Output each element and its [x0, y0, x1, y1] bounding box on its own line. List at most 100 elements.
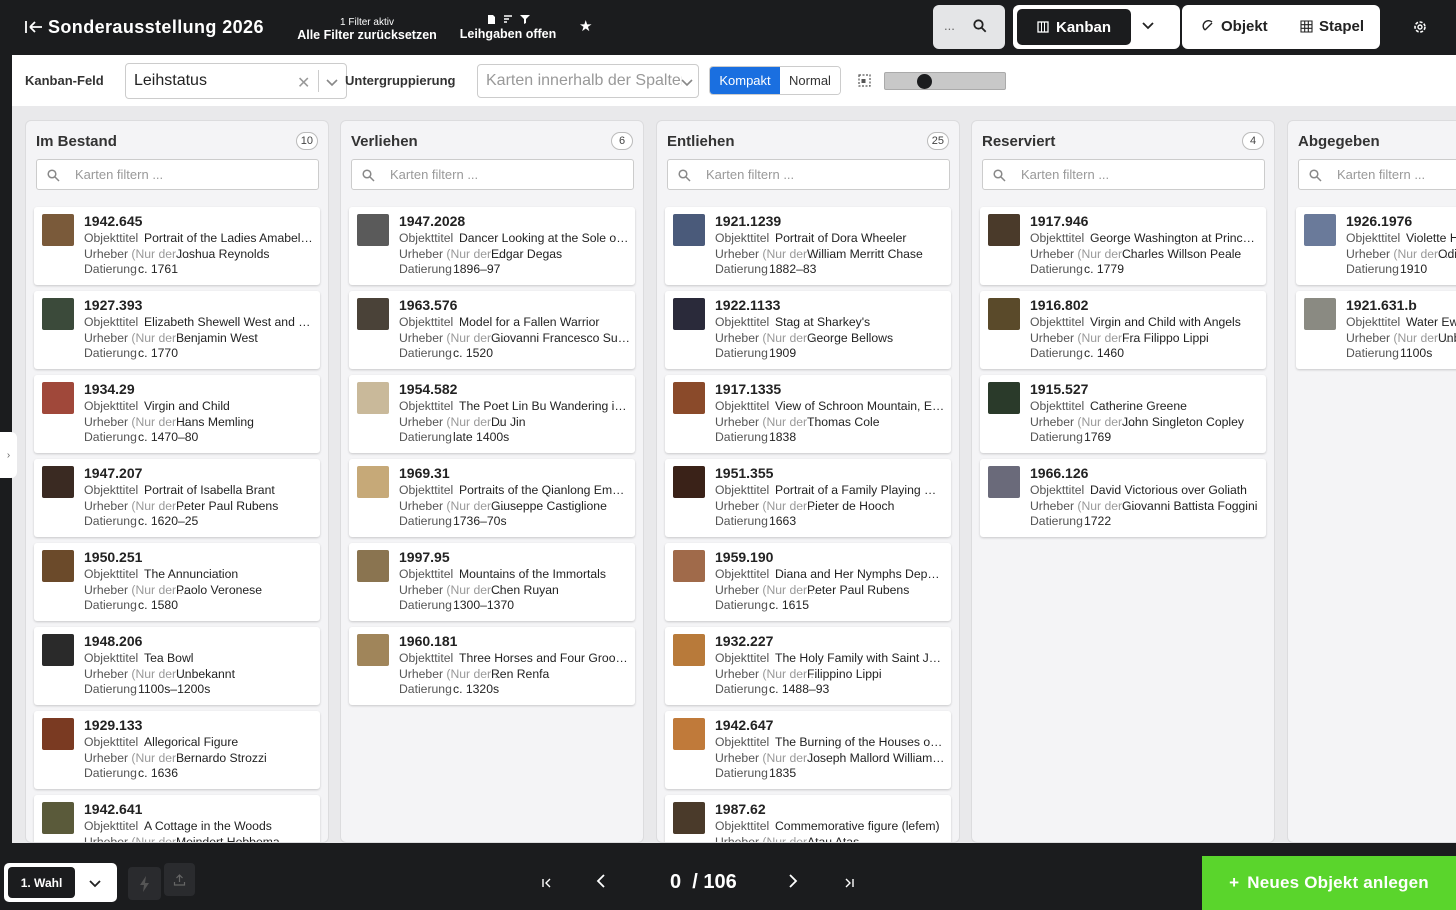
chevron-down-icon[interactable]	[1141, 18, 1155, 32]
object-thumbnail	[673, 382, 705, 414]
object-title: Virgin and Child	[144, 399, 230, 413]
expand-sidebar-tab[interactable]: ›	[0, 432, 17, 478]
column-filter	[351, 159, 634, 190]
object-card[interactable]: 1926.1976 Objekttitel Violette Heymann Urhe…	[1296, 207, 1456, 285]
collapse-left-icon[interactable]	[24, 17, 44, 37]
lend-filter-button[interactable]: Leihgaben offen	[457, 14, 559, 41]
title-label: Objekttitel	[715, 819, 770, 833]
object-card[interactable]: 1932.227 Objekttitel The Holy Family with …	[665, 627, 951, 705]
author-label: Urheber	[1030, 247, 1075, 261]
new-object-button[interactable]: + Neues Objekt anlegen	[1202, 856, 1456, 910]
card-size-slider[interactable]	[884, 72, 1006, 90]
object-card[interactable]: 1969.31 Objekttitel Portraits of the Qianl…	[349, 459, 635, 537]
bolt-button[interactable]	[128, 867, 161, 900]
object-card[interactable]: 1915.527 Objekttitel Catherine Greene Urheb…	[980, 375, 1266, 453]
gear-icon[interactable]	[1412, 19, 1428, 35]
author-row: Urheber (Nur der ... Ren Renfa	[399, 667, 629, 681]
column-count-badge: 10	[295, 132, 318, 150]
previous-page-icon[interactable]	[595, 873, 607, 889]
object-card[interactable]: 1947.207 Objekttitel Portrait of Isabella …	[34, 459, 320, 537]
object-card[interactable]: 1942.641 Objekttitel A Cottage in the Wood…	[34, 795, 320, 842]
object-number: 1947.207	[84, 465, 143, 481]
object-title: Mountains of the Immortals	[459, 567, 606, 581]
object-card[interactable]: 1959.190 Objekttitel Diana and Her Nymphs …	[665, 543, 951, 621]
object-number: 1917.946	[1030, 213, 1089, 229]
compact-button[interactable]: Kompakt	[710, 67, 780, 94]
page-indicator: 0 / 106	[670, 871, 737, 894]
title-row: Objekttitel Tea Bowl	[84, 651, 314, 665]
object-number: 1915.527	[1030, 381, 1089, 397]
object-card[interactable]: 1963.576 Objekttitel Model for a Fallen Wa…	[349, 291, 635, 369]
date-row: Datierung 1663	[715, 514, 945, 528]
object-card[interactable]: 1917.1335 Objekttitel View of Schroon Moun…	[665, 375, 951, 453]
object-card[interactable]: 1917.946 Objekttitel George Washington at …	[980, 207, 1266, 285]
object-thumbnail	[42, 382, 74, 414]
author-row: Urheber (Nur der ... Edgar Degas	[399, 247, 629, 261]
chevron-down-icon[interactable]	[89, 877, 101, 889]
object-card[interactable]: 1921.631.b Objekttitel Water Ewer Urheber (…	[1296, 291, 1456, 369]
next-page-icon[interactable]	[787, 873, 799, 889]
object-number: 1926.1976	[1346, 213, 1413, 229]
last-page-icon[interactable]	[843, 877, 855, 889]
object-card[interactable]: 1929.133 Objekttitel Allegorical Figure Urh…	[34, 711, 320, 789]
object-thumbnail	[42, 718, 74, 750]
object-card[interactable]: 1954.582 Objekttitel The Poet Lin Bu Wande…	[349, 375, 635, 453]
date-label: Datierung	[84, 262, 137, 276]
object-card[interactable]: 1922.1133 Objekttitel Stag at Sharkey's Urh…	[665, 291, 951, 369]
object-card[interactable]: 1960.181 Objekttitel Three Horses and Four…	[349, 627, 635, 705]
object-card[interactable]: 1947.2028 Objekttitel Dancer Looking at th…	[349, 207, 635, 285]
title-row: Objekttitel Portraits of the Qianlong Emp…	[399, 483, 629, 497]
upload-button[interactable]	[164, 863, 195, 896]
date-label: Datierung	[399, 514, 452, 528]
date-label: Datierung	[715, 766, 768, 780]
subgroup-select[interactable]: Karten innerhalb der Spalten	[477, 64, 699, 98]
object-card[interactable]: 1987.62 Objekttitel Commemorative figure (…	[665, 795, 951, 842]
search-icon	[1309, 169, 1322, 182]
author-row: Urheber (Nur der ... Giovanni Francesco S…	[399, 331, 629, 345]
object-author: Joshua Reynolds	[176, 247, 270, 261]
object-title: Virgin and Child with Angels	[1090, 315, 1241, 329]
object-card[interactable]: 1951.355 Objekttitel Portrait of a Family …	[665, 459, 951, 537]
title-row: Objekttitel Three Horses and Four Grooms	[399, 651, 629, 665]
object-card[interactable]: 1942.645 Objekttitel Portrait of the Ladie…	[34, 207, 320, 285]
stack-button[interactable]: Stapel	[1300, 18, 1364, 35]
kanban-field-select[interactable]: Leihstatus ✕	[125, 63, 347, 99]
clear-icon[interactable]: ✕	[297, 73, 310, 93]
object-card[interactable]: 1916.802 Objekttitel Virgin and Child with…	[980, 291, 1266, 369]
star-icon[interactable]: ★	[579, 17, 592, 35]
object-card[interactable]: 1942.647 Objekttitel The Burning of the Ho…	[665, 711, 951, 789]
first-page-icon[interactable]	[541, 877, 553, 889]
slider-knob[interactable]	[917, 74, 932, 89]
object-title: The Burning of the Houses of Lords and C…	[775, 735, 945, 749]
choice-select[interactable]: 1. Wahl	[4, 863, 117, 902]
object-card[interactable]: 1997.95 Objekttitel Mountains of the Immor…	[349, 543, 635, 621]
object-card[interactable]: 1921.1239 Objekttitel Portrait of Dora Whe…	[665, 207, 951, 285]
chevron-down-icon[interactable]	[681, 76, 693, 88]
date-row: Datierung 1909	[715, 346, 945, 360]
column-filter-input[interactable]	[1337, 167, 1456, 182]
filter-reset-button[interactable]: 1 Filter aktiv Alle Filter zurücksetzen	[294, 17, 440, 43]
normal-button[interactable]: Normal	[780, 67, 840, 94]
object-card[interactable]: 1950.251 Objekttitel The Annunciation Urheb…	[34, 543, 320, 621]
date-row: Datierung 1910	[1346, 262, 1456, 276]
object-card[interactable]: 1934.29 Objekttitel Virgin and Child Urhebe…	[34, 375, 320, 453]
date-label: Datierung	[84, 682, 137, 696]
object-thumbnail	[42, 298, 74, 330]
kanban-view-button[interactable]: Kanban	[1017, 9, 1131, 45]
object-card[interactable]: 1948.206 Objekttitel Tea Bowl Urheber (Nur …	[34, 627, 320, 705]
author-row: Urheber (Nur der ... Joseph Mallord Willi…	[715, 751, 945, 765]
title-row: Objekttitel Portrait of Dora Wheeler	[715, 231, 945, 245]
object-button[interactable]: Objekt	[1202, 18, 1268, 35]
column-filter-input[interactable]	[75, 167, 305, 182]
object-thumbnail	[42, 634, 74, 666]
title-label: Objekttitel	[399, 231, 454, 245]
search-button[interactable]: ...	[933, 5, 1005, 49]
column-filter-input[interactable]	[1021, 167, 1251, 182]
chevron-down-icon[interactable]	[326, 76, 338, 88]
column-filter-input[interactable]	[706, 167, 936, 182]
object-card[interactable]: 1927.393 Objekttitel Elizabeth Shewell Wes…	[34, 291, 320, 369]
object-number: 1950.251	[84, 549, 143, 565]
author-row: Urheber (Nur der ... Filippino Lippi	[715, 667, 945, 681]
object-card[interactable]: 1966.126 Objekttitel David Victorious over…	[980, 459, 1266, 537]
column-filter-input[interactable]	[390, 167, 620, 182]
